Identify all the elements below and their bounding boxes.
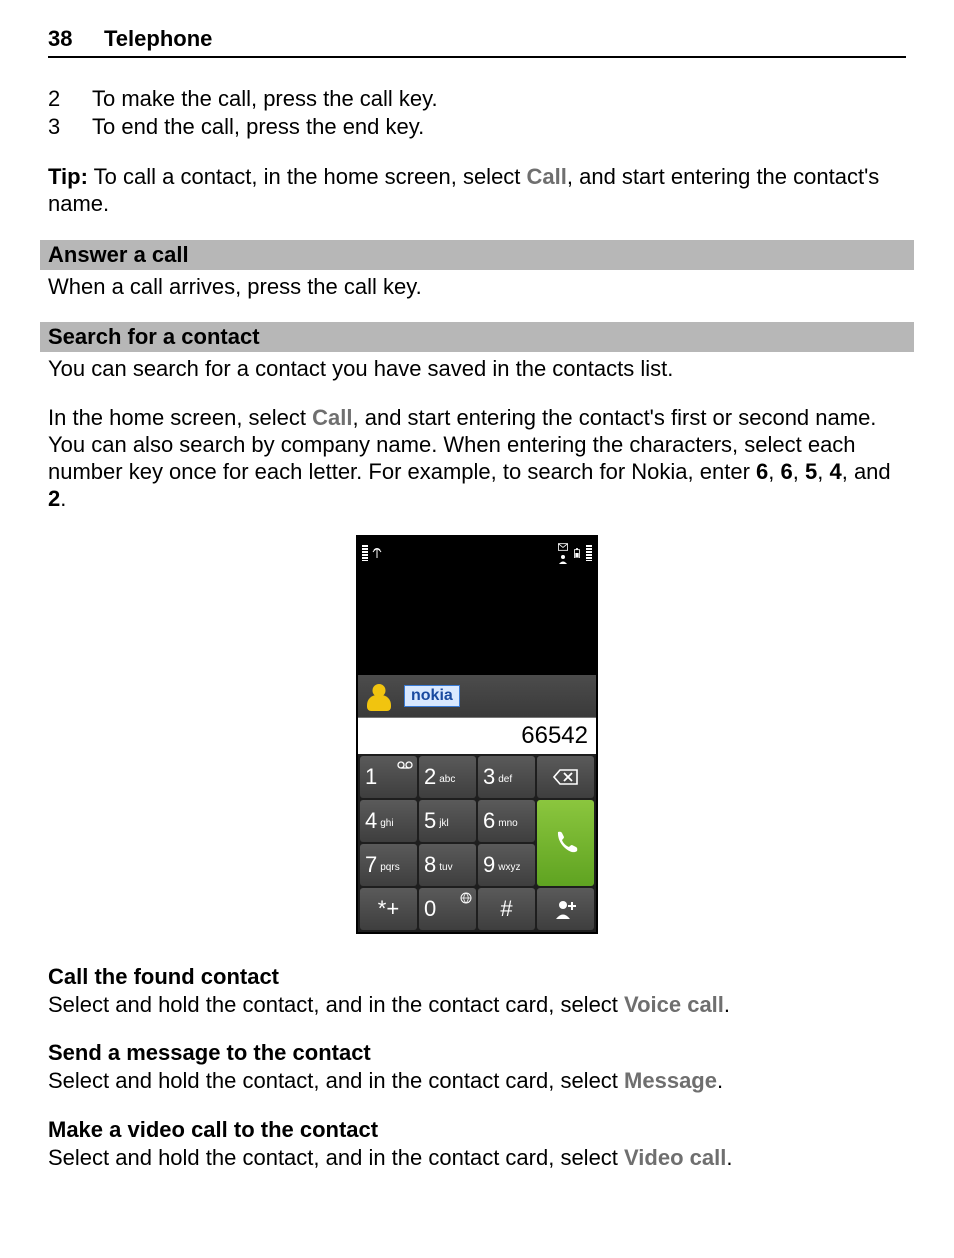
tip-label: Tip: [48,164,88,189]
key-9[interactable]: 9wxyz [478,844,535,886]
text: . [724,992,730,1017]
key-7[interactable]: 7pqrs [360,844,417,886]
key-3[interactable]: 3def [478,756,535,798]
key-4[interactable]: 4ghi [360,800,417,842]
page-header: 38 Telephone [48,26,906,58]
add-contact-button[interactable] [537,888,594,930]
step-text: To end the call, press the end key. [92,114,906,140]
list-item: 2 To make the call, press the call key. [48,86,906,112]
text: . [717,1068,723,1093]
call-label: Call [527,164,567,189]
text: Select and hold the contact, and in the … [48,1068,624,1093]
step-text: To make the call, press the call key. [92,86,906,112]
text: . [60,486,66,511]
text: , [817,459,829,484]
call-found-text: Select and hold the contact, and in the … [48,992,906,1019]
section-heading-search: Search for a contact [40,322,914,352]
signal-right-icon [586,545,592,561]
status-right [558,542,592,564]
dialpad: 1 2abc 3def 4ghi 5jkl 6mno 7pqrs 8tuv 9w… [358,754,596,932]
video-call-text: Select and hold the contact, and in the … [48,1145,906,1172]
digit: 6 [781,459,793,484]
text: , [793,459,805,484]
contact-icon [364,681,394,711]
subheading-video-call: Make a video call to the contact [48,1117,906,1143]
digit: 5 [805,459,817,484]
key-5[interactable]: 5jkl [419,800,476,842]
globe-icon [460,892,472,904]
phone-status-bar [358,537,596,565]
battery-icon [572,548,582,558]
key-6[interactable]: 6mno [478,800,535,842]
add-contact-icon [554,898,578,920]
digit: 4 [829,459,841,484]
answer-text: When a call arrives, press the call key. [48,274,906,301]
chapter-title: Telephone [104,26,212,52]
page-number: 38 [48,26,104,52]
signal-icon [362,545,368,561]
video-call-label: Video call [624,1145,726,1170]
list-item: 3 To end the call, press the end key. [48,114,906,140]
backspace-icon [553,768,579,786]
text: In the home screen, select [48,405,312,430]
phone-frame: nokia 66542 1 2abc 3def 4ghi 5jkl 6mno [356,535,598,934]
voicemail-icon [397,760,413,770]
text: Select and hold the contact, and in the … [48,1145,624,1170]
text: . [726,1145,732,1170]
search-detail: In the home screen, select Call, and sta… [48,405,906,512]
text: , [768,459,780,484]
call-button[interactable] [537,800,594,886]
text: , and [842,459,891,484]
send-message-text: Select and hold the contact, and in the … [48,1068,906,1095]
contact-match-row[interactable]: nokia [358,675,596,717]
voice-call-label: Voice call [624,992,724,1017]
call-label: Call [312,405,352,430]
step-number: 2 [48,86,92,112]
antenna-icon [372,548,382,558]
key-1[interactable]: 1 [360,756,417,798]
subheading-send-message: Send a message to the contact [48,1040,906,1066]
subheading-call-found: Call the found contact [48,964,906,990]
status-left [362,545,382,561]
mail-icon [558,542,568,552]
tip-text-before: To call a contact, in the home screen, s… [88,164,527,189]
key-0[interactable]: 0 [419,888,476,930]
section-heading-answer: Answer a call [40,240,914,270]
match-highlight: nokia [404,685,460,707]
key-2[interactable]: 2abc [419,756,476,798]
text: Select and hold the contact, and in the … [48,992,624,1017]
digit: 2 [48,486,60,511]
key-star[interactable]: *+ [360,888,417,930]
message-label: Message [624,1068,717,1093]
person-icon [558,554,568,564]
step-number: 3 [48,114,92,140]
page: 38 Telephone 2 To make the call, press t… [0,0,954,1234]
backspace-key[interactable] [537,756,594,798]
digit: 6 [756,459,768,484]
search-intro: You can search for a contact you have sa… [48,356,906,383]
phone-black-area [358,565,596,675]
step-list: 2 To make the call, press the call key. … [48,86,906,140]
phone-icon [551,828,581,858]
phone-mockup: nokia 66542 1 2abc 3def 4ghi 5jkl 6mno [48,535,906,934]
key-8[interactable]: 8tuv [419,844,476,886]
key-hash[interactable]: # [478,888,535,930]
typed-number: 66542 [358,717,596,754]
tip-paragraph: Tip: To call a contact, in the home scre… [48,164,906,218]
